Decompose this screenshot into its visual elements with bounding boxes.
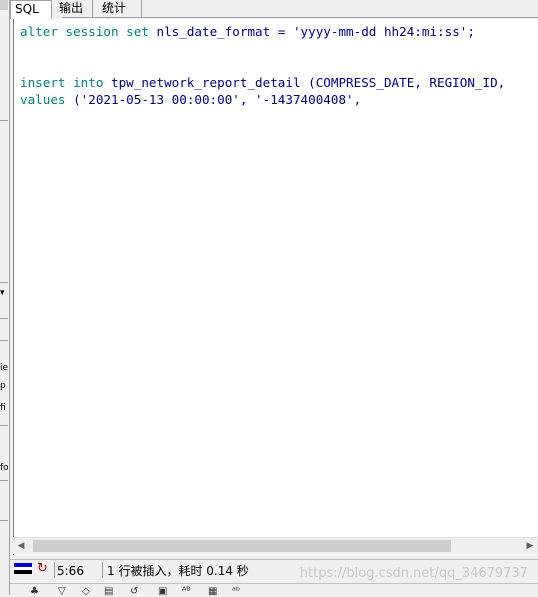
left-fragment-3[interactable]: fi	[0, 402, 8, 414]
tab-statistics[interactable]: 统计表	[98, 0, 142, 32]
left-fragment-4[interactable]: fo	[0, 462, 8, 474]
cursor-position: 5:66	[57, 564, 84, 578]
status-message: 1 行被插入，耗时 0.14 秒	[107, 564, 249, 578]
left-fragment-2[interactable]: p	[0, 380, 8, 392]
editor-tabs: SQL 输出 统计表	[10, 0, 538, 32]
scroll-right-icon[interactable]: ▶	[522, 538, 538, 554]
watermark: https://blog.csdn.net/qq_34679737	[299, 566, 528, 581]
left-panel-clipped: ▾ ie p fi fo	[0, 0, 10, 595]
connection-flag-icon	[14, 563, 32, 576]
scrollbar-thumb[interactable]	[33, 540, 451, 552]
code-line-1: alter session set nls_date_format = 'yyy…	[20, 23, 475, 40]
tab-sql[interactable]: SQL	[10, 0, 52, 19]
tab-output[interactable]: 输出	[55, 0, 93, 17]
refresh-icon[interactable]: ↻	[37, 562, 51, 576]
code-text: tpw_network_report_detail (COMPRESS_DATE…	[103, 75, 506, 90]
code-line-4: insert into tpw_network_report_detail (C…	[20, 74, 505, 91]
code-text: nls_date_format = 'yyyy-mm-dd hh24:mi:ss…	[148, 24, 475, 39]
code-line-5: values ('2021-05-13 00:00:00', '-1437400…	[20, 91, 361, 108]
horizontal-scrollbar[interactable]: ◀ ▶	[13, 537, 538, 554]
sql-editor[interactable]: alter session set nls_date_format = 'yyy…	[13, 19, 538, 555]
left-fragment-marker: ▾	[0, 288, 5, 298]
left-fragment-1[interactable]: ie	[0, 362, 8, 374]
keyword: values	[20, 92, 66, 107]
keyword: alter session set	[20, 24, 149, 39]
left-panel-header	[0, 0, 8, 10]
bottom-toolbar: ♣ ▽ ◇ ▤ ↺ ▣ ᴬᴮ ▦ ᵃᵇ	[10, 583, 538, 597]
keyword: insert into	[20, 75, 104, 90]
code-text: ('2021-05-13 00:00:00', '-1437400408',	[65, 92, 362, 107]
scroll-left-icon[interactable]: ◀	[13, 538, 29, 554]
